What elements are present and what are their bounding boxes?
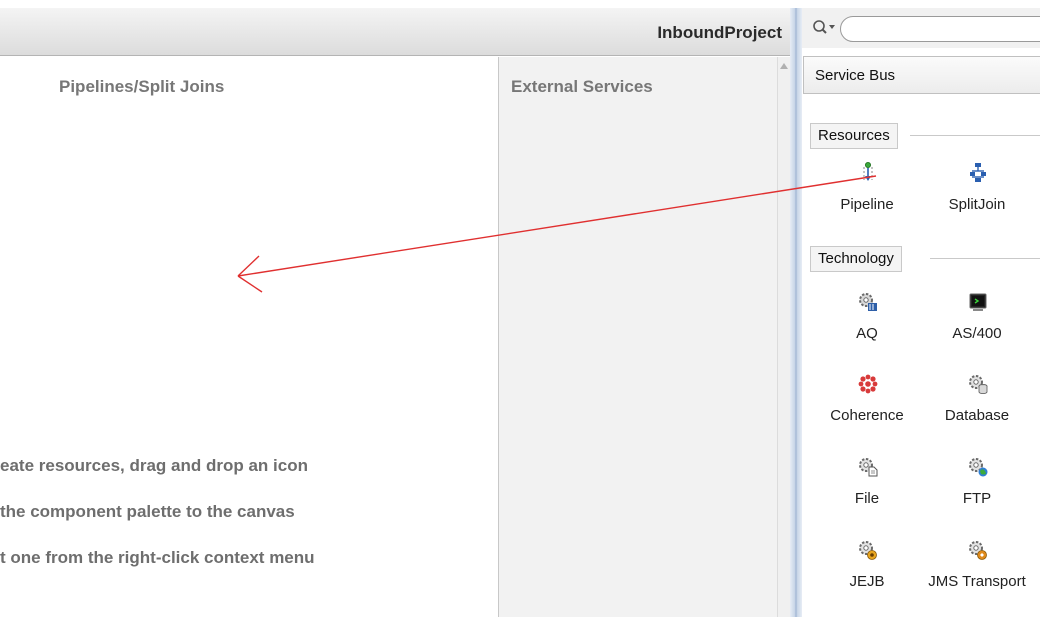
palette-item-ftp[interactable]: FTP — [922, 456, 1032, 526]
canvas-hint-line-3: t one from the right-click context menu — [0, 548, 315, 567]
panel-splitter[interactable] — [790, 8, 802, 617]
jejb-gear-icon — [859, 541, 877, 560]
scroll-up-arrow-icon[interactable] — [780, 63, 788, 69]
palette-search-bar — [802, 8, 1040, 48]
palette-item-label: JMS Transport — [928, 573, 1026, 590]
palette-item-label: Coherence — [830, 407, 904, 424]
palette-item-jms-transport[interactable]: JMS Transport — [922, 539, 1032, 609]
palette-item-jejb[interactable]: JEJB — [812, 539, 922, 609]
composite-canvas[interactable]: InboundProject Pipelines/Split Joins Ext… — [0, 0, 790, 617]
project-title: InboundProject — [657, 23, 782, 42]
palette-item-pipeline[interactable]: Pipeline — [812, 162, 922, 232]
palette-item-as400[interactable]: AS/400 — [922, 291, 1032, 361]
aq-gear-icon — [859, 293, 877, 311]
ftp-gear-icon — [969, 458, 988, 477]
palette-search-input[interactable] — [840, 16, 1040, 42]
palette-item-label: JEJB — [849, 573, 885, 590]
splitjoin-icon — [970, 163, 986, 182]
file-gear-icon — [859, 458, 878, 477]
canvas-hint-line-2: the component palette to the canvas — [0, 502, 295, 521]
external-services-lane-header: External Services — [511, 77, 653, 96]
palette-item-coherence[interactable]: Coherence — [812, 373, 922, 443]
palette-item-label: AS/400 — [952, 325, 1002, 342]
palette-item-label: SplitJoin — [948, 196, 1006, 213]
canvas-vertical-scrollbar[interactable] — [777, 57, 790, 617]
palette-library-selected: Service Bus — [815, 67, 896, 84]
palette-item-aq[interactable]: AQ — [812, 291, 922, 361]
section-resources-label: Resources — [810, 123, 898, 149]
jms-gear-icon — [969, 541, 987, 560]
palette-item-database[interactable]: Database — [922, 373, 1032, 443]
palette-item-label: File — [854, 490, 880, 507]
section-divider — [910, 135, 1040, 136]
palette-item-label: FTP — [962, 490, 992, 507]
palette-item-label: AQ — [856, 325, 878, 342]
component-palette: Service Bus Resources Pipeline SplitJoin… — [802, 0, 1040, 617]
search-icon[interactable] — [812, 19, 838, 37]
palette-item-file[interactable]: File — [812, 456, 922, 526]
section-technology-label: Technology — [810, 246, 902, 272]
external-services-lane[interactable]: External Services — [499, 57, 777, 617]
as400-terminal-icon — [969, 293, 987, 311]
coherence-icon — [858, 374, 878, 394]
pipeline-icon — [863, 162, 873, 181]
database-gear-icon — [969, 375, 988, 394]
palette-library-dropdown[interactable]: Service Bus — [803, 56, 1040, 94]
palette-item-label: Database — [944, 407, 1010, 424]
pipelines-lane-header: Pipelines/Split Joins — [59, 77, 225, 96]
palette-item-splitjoin[interactable]: SplitJoin — [922, 162, 1032, 232]
palette-item-label: Pipeline — [840, 196, 894, 213]
section-divider — [930, 258, 1040, 259]
canvas-hint-line-1: eate resources, drag and drop an icon — [0, 456, 308, 475]
canvas-title-bar: InboundProject — [0, 8, 790, 56]
